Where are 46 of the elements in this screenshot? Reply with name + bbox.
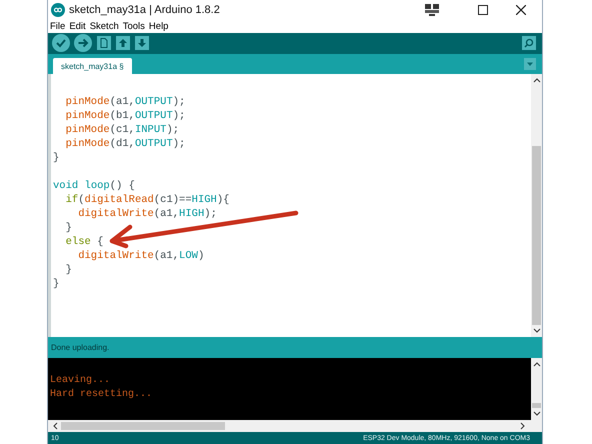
status-message: Done uploading. — [48, 337, 542, 358]
code-line: void loop() { — [53, 178, 136, 193]
code-line: } — [53, 276, 60, 291]
menu-item[interactable]: Edit — [69, 20, 86, 32]
scrollbar[interactable] — [531, 358, 542, 420]
horizontal-scrollbar[interactable] — [48, 420, 542, 432]
upload-icon[interactable] — [74, 34, 92, 52]
scroll-down-icon[interactable] — [532, 328, 540, 334]
menu-item[interactable]: File — [50, 20, 66, 32]
close-icon[interactable] — [516, 4, 526, 15]
scroll-thumb[interactable] — [61, 422, 226, 430]
console-line: Leaving... — [50, 374, 112, 388]
code-line: } — [64, 262, 73, 277]
window-title: sketch_may31a | Arduino 1.8.2 — [69, 4, 220, 16]
code-line: digitalWrite(a1,HIGH); — [77, 206, 218, 221]
sketch-tab[interactable]: sketch_may31a § — [53, 58, 132, 74]
search-icon[interactable] — [522, 36, 536, 50]
dropdown-icon[interactable] — [524, 58, 536, 70]
monitor-icon[interactable] — [424, 2, 440, 17]
code-line: } — [53, 150, 60, 165]
scroll-left-icon[interactable] — [52, 422, 58, 430]
code-line: digitalWrite(a1,LOW) — [77, 248, 206, 263]
verify-icon[interactable] — [52, 34, 70, 52]
scroll-up-icon[interactable] — [532, 361, 540, 368]
open-icon[interactable] — [116, 36, 130, 50]
code-line: pinMode(c1,INPUT); — [64, 122, 180, 137]
code-line: } — [64, 220, 73, 235]
scroll-right-icon[interactable] — [520, 422, 526, 430]
code-line: pinMode(d1,OUTPUT); — [64, 136, 186, 151]
menu-item[interactable]: Sketch — [90, 20, 119, 32]
menu-item[interactable]: Help — [148, 20, 168, 32]
code-line: pinMode(b1,OUTPUT); — [64, 108, 186, 123]
code-line: if(digitalRead(c1)==HIGH){ — [64, 192, 230, 207]
scroll-up-icon[interactable] — [532, 76, 540, 83]
console-line: Hard resetting... — [50, 388, 154, 402]
code-line: pinMode(a1,OUTPUT); — [64, 94, 186, 109]
maximize-icon[interactable] — [478, 4, 488, 15]
scrollbar[interactable] — [531, 74, 542, 338]
new-file-icon[interactable] — [97, 36, 111, 50]
code-line: else { — [64, 234, 104, 249]
scroll-thumb[interactable] — [532, 146, 541, 326]
scroll-thumb[interactable] — [532, 403, 541, 408]
menu-item[interactable]: Tools — [122, 20, 145, 32]
save-icon[interactable] — [135, 36, 149, 50]
infinity-logo-icon — [51, 2, 65, 17]
scroll-down-icon[interactable] — [532, 411, 540, 418]
